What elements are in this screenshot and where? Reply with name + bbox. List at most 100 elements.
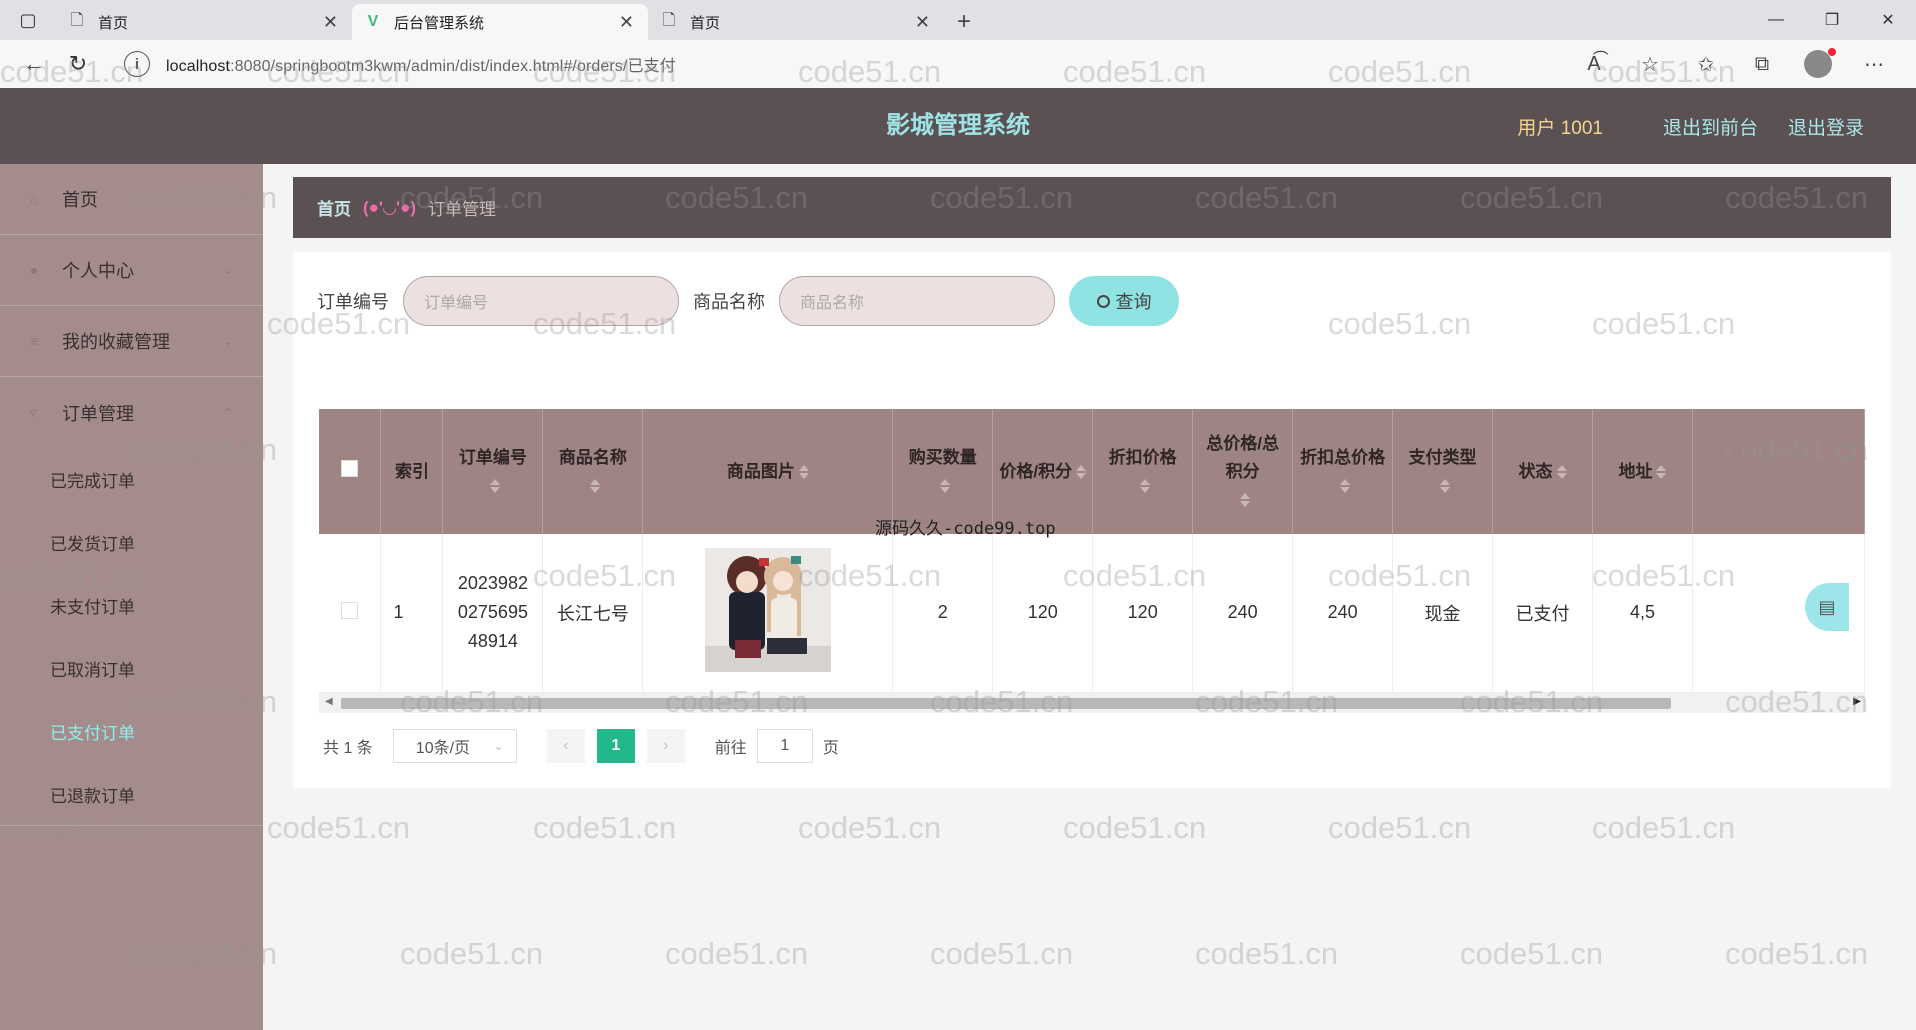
close-icon[interactable]: ✕ <box>323 12 338 33</box>
sidebar-sub-unpaid[interactable]: 未支付订单 <box>0 574 263 637</box>
order-no-input[interactable]: 订单编号 <box>403 276 679 326</box>
reload-icon[interactable]: ↻ <box>56 51 100 77</box>
next-page-button[interactable]: › <box>646 729 685 763</box>
breadcrumb: 首页 (●'◡'●) 订单管理 <box>293 177 1891 238</box>
col-label: 状态 <box>1518 461 1553 481</box>
col-label: 折扣总价格 <box>1300 447 1386 467</box>
row-action-button[interactable]: ▤ <box>1805 583 1849 631</box>
sort-icon[interactable] <box>589 477 600 495</box>
content-panel: 订单编号 订单编号 商品名称 商品名称 查询 索引 订单编号 商品名称 商品图片… <box>293 252 1891 788</box>
sidebar-sub-paid[interactable]: 已支付订单 <box>0 700 263 763</box>
pagination-total: 共 1 条 <box>323 740 373 757</box>
col-address[interactable]: 地址 <box>1592 409 1693 534</box>
favorite-add-icon[interactable]: ☆ <box>1622 52 1678 77</box>
favorites-icon[interactable]: ✩ <box>1678 52 1734 77</box>
sort-icon[interactable] <box>939 477 950 495</box>
col-order-no[interactable]: 订单编号 <box>442 409 544 534</box>
back-icon[interactable]: ← <box>12 51 56 77</box>
col-total[interactable]: 总价格/总积分 <box>1192 409 1294 534</box>
chevron-down-icon: ⌄ <box>493 739 504 753</box>
col-actions <box>1692 409 1865 534</box>
col-product[interactable]: 商品名称 <box>542 409 644 534</box>
sidebar-sub-completed[interactable]: 已完成订单 <box>0 448 263 511</box>
select-all-checkbox[interactable] <box>341 459 359 477</box>
col-image[interactable]: 商品图片 <box>642 409 894 534</box>
sort-icon[interactable] <box>1239 491 1250 509</box>
query-button[interactable]: 查询 <box>1069 276 1179 326</box>
prev-page-button[interactable]: ‹ <box>546 729 585 763</box>
table-horizontal-scrollbar[interactable]: ◀ ▶ <box>319 693 1865 713</box>
sidebar-sub-cancelled[interactable]: 已取消订单 <box>0 637 263 700</box>
browser-tab-title: 首页 <box>98 14 129 32</box>
restore-icon[interactable]: ❐ <box>1804 0 1860 40</box>
browser-tab-2[interactable]: V 后台管理系统 ✕ <box>352 4 648 40</box>
watermark: code51.cn <box>400 936 544 971</box>
col-label: 总价格/总积分 <box>1206 433 1280 481</box>
scroll-left-icon[interactable]: ◀ <box>325 696 333 707</box>
close-icon[interactable]: ✕ <box>619 12 634 33</box>
order-no-line: 0275695 <box>457 602 528 623</box>
breadcrumb-home[interactable]: 首页 <box>317 195 351 220</box>
url-input[interactable]: i localhost:8080/springbootm3kwm/admin/d… <box>110 46 1530 82</box>
collections-icon[interactable]: ⧉ <box>1734 53 1790 76</box>
goto-page-input[interactable]: 1 <box>756 729 813 763</box>
sort-icon[interactable] <box>1556 463 1567 481</box>
read-aloud-icon[interactable]: A͡ <box>1566 53 1622 76</box>
url-text: localhost:8080/springbootm3kwm/admin/dis… <box>166 52 676 76</box>
sidebar-item-orders[interactable]: ▿ 订单管理 ⌃ <box>0 377 263 448</box>
select-all-cell <box>319 409 382 534</box>
page-number-current[interactable]: 1 <box>596 729 635 763</box>
sidebar-item-profile[interactable]: ● 个人中心 ⌄ <box>0 235 263 306</box>
sort-icon[interactable] <box>1139 477 1150 495</box>
watermark: code51.cn <box>798 810 942 845</box>
scroll-right-icon[interactable]: ▶ <box>1853 696 1861 707</box>
close-icon[interactable]: ✕ <box>915 12 930 33</box>
sort-icon[interactable] <box>489 477 500 495</box>
col-index: 索引 <box>380 409 444 534</box>
header-actions: 用户 1001 退出到前台 退出登录 <box>1517 88 1864 164</box>
watermark: code51.cn <box>533 810 677 845</box>
tab-actions-icon[interactable]: ▢ <box>0 0 56 40</box>
watermark: code51.cn <box>1725 936 1869 971</box>
cell-address: 4,5 <box>1592 534 1693 693</box>
browser-tab-1[interactable]: 🗋 首页 ✕ <box>56 4 352 40</box>
col-label: 购买数量 <box>908 447 977 467</box>
sort-icon[interactable] <box>1076 463 1087 481</box>
page-unit-label: 页 <box>822 740 839 757</box>
sort-icon[interactable] <box>1339 477 1350 495</box>
sidebar-sub-refunded[interactable]: 已退款订单 <box>0 763 263 826</box>
cell-status: 已支付 <box>1492 534 1593 693</box>
row-checkbox[interactable] <box>341 601 359 619</box>
more-icon[interactable]: ⋯ <box>1846 52 1902 77</box>
page-icon: 🗋 <box>70 11 84 29</box>
url-path: :8080/springbootm3kwm/admin/dist/index.h… <box>230 58 676 75</box>
logout-link[interactable]: 退出登录 <box>1788 113 1864 140</box>
front-link[interactable]: 退出到前台 <box>1663 113 1758 140</box>
new-tab-icon[interactable]: + <box>944 4 984 40</box>
col-label: 价格/积分 <box>999 461 1073 481</box>
sidebar-sub-shipped[interactable]: 已发货订单 <box>0 511 263 574</box>
sidebar-item-label: 首页 <box>62 190 98 210</box>
profile-avatar[interactable] <box>1804 48 1836 78</box>
col-status[interactable]: 状态 <box>1492 409 1593 534</box>
sort-icon[interactable] <box>1439 477 1450 495</box>
goto-label: 前往 <box>714 740 747 757</box>
scrollbar-thumb[interactable] <box>341 698 1671 709</box>
page-size-select[interactable]: 10条/页 ⌄ <box>392 729 517 763</box>
browser-tab-3[interactable]: 🗋 首页 ✕ <box>648 4 944 40</box>
info-icon[interactable]: i <box>124 51 150 77</box>
sort-icon[interactable] <box>1656 463 1667 481</box>
chevron-up-icon: ⌃ <box>222 405 233 420</box>
sort-icon[interactable] <box>798 463 809 481</box>
col-pay-type[interactable]: 支付类型 <box>1392 409 1494 534</box>
product-image[interactable] <box>704 548 831 673</box>
watermark: code51.cn <box>1195 936 1339 971</box>
cell-index: 1 <box>380 534 444 693</box>
sidebar-item-home[interactable]: ⌂ 首页 <box>0 164 263 235</box>
minimize-icon[interactable]: — <box>1748 0 1804 40</box>
col-discount-total[interactable]: 折扣总价格 <box>1292 409 1394 534</box>
col-discount-price[interactable]: 折扣价格 <box>1092 409 1194 534</box>
product-name-input[interactable]: 商品名称 <box>779 276 1055 326</box>
sidebar-item-favorites[interactable]: ≡ 我的收藏管理 ⌄ <box>0 306 263 377</box>
close-window-icon[interactable]: ✕ <box>1860 0 1916 40</box>
